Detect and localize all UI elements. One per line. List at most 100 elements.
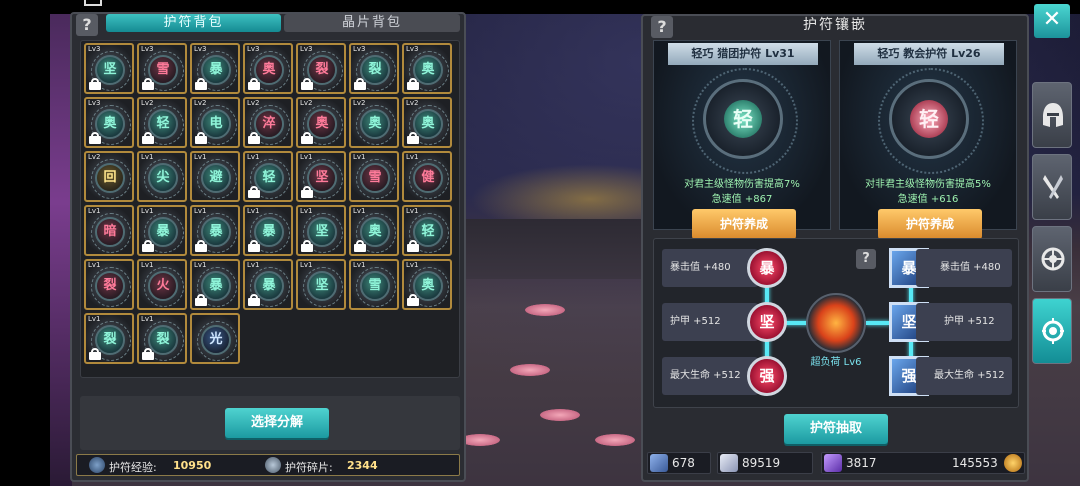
amulet-slot[interactable]: Lv2 轻 <box>137 97 187 148</box>
amulet-slot[interactable]: Lv3 暴 <box>190 43 240 94</box>
amulet-slot[interactable]: Lv1 坚 <box>296 205 346 256</box>
lock-icon <box>142 240 154 252</box>
petal-decoration <box>525 304 565 316</box>
amulet-slot[interactable]: Lv1 坚 <box>296 151 346 202</box>
amulet-slot[interactable]: Lv1 裂 <box>137 313 187 364</box>
shield-wheel-icon <box>1041 247 1065 271</box>
petal-decoration <box>540 409 580 421</box>
help-icon[interactable]: ? <box>76 14 98 36</box>
amulet-level: Lv2 <box>300 99 313 107</box>
amulet-slot[interactable]: Lv1 火 <box>137 259 187 310</box>
amulet-slot[interactable]: Lv3 奥 <box>84 97 134 148</box>
lock-icon <box>301 186 313 198</box>
lock-icon <box>142 132 154 144</box>
currency-crystal-coin: 3817 145553 <box>821 452 1025 474</box>
amulet-level: Lv1 <box>353 207 366 215</box>
amulet-upgrade-button[interactable]: 护符养成 <box>878 209 982 239</box>
card-title: 轻巧 猎团护符 Lv31 <box>668 43 818 65</box>
amulet-slot[interactable]: Lv1 坚 <box>296 259 346 310</box>
amulet-slot[interactable]: Lv2 电 <box>190 97 240 148</box>
amulet-level: Lv1 <box>406 207 419 215</box>
amulet-slot[interactable]: Lv1 裂 <box>84 259 134 310</box>
amulet-slot[interactable]: Lv3 裂 <box>349 43 399 94</box>
lock-icon <box>142 348 154 360</box>
amulet-slot[interactable]: Lv3 坚 <box>84 43 134 94</box>
red-chip-slot-armor[interactable]: 坚 <box>747 302 787 342</box>
amulet-level: Lv1 <box>406 153 419 161</box>
side-tab-amulet[interactable] <box>1032 298 1072 364</box>
overload-label: 超负荷 Lv6 <box>810 357 862 368</box>
equipped-amulet-card-right[interactable]: 轻巧 教会护符 Lv26 轻 对非君主级怪物伤害提高5% 急速值 +616 护符… <box>839 40 1017 239</box>
amulet-slot[interactable]: Lv1 暗 <box>84 205 134 256</box>
amulet-resource-bar: 护符经验: 10950 护符碎片: 2344 <box>76 454 460 476</box>
amulet-slot[interactable]: Lv2 回 <box>84 151 134 202</box>
amulet-slot[interactable]: Lv1 尖 <box>137 151 187 202</box>
amulet-level: Lv1 <box>247 153 260 161</box>
amulet-slot[interactable]: Lv1 健 <box>402 151 452 202</box>
amulet-level: Lv1 <box>300 261 313 269</box>
red-chip-slot-hp[interactable]: 强 <box>747 356 787 396</box>
amulet-inventory-panel: ? 护符背包 晶片背包 Lv3 坚 Lv3 雪 Lv3 暴 Lv3 奥 Lv3 裂 Lv3 裂 Lv3 奥… <box>70 12 466 482</box>
currency-value: 3817 <box>846 456 877 470</box>
amulet-slot[interactable]: Lv1 暴 <box>243 205 293 256</box>
amulet-slot[interactable]: Lv1 雪 <box>349 151 399 202</box>
amulet-slot[interactable]: Lv3 雪 <box>137 43 187 94</box>
side-tab-weapons[interactable] <box>1032 154 1072 220</box>
amulet-level: Lv3 <box>194 45 207 53</box>
right-stat-hp: 最大生命 +512 <box>916 357 1012 395</box>
amulet-slot[interactable]: Lv2 奥 <box>402 97 452 148</box>
amulet-slot[interactable]: Lv1 裂 <box>84 313 134 364</box>
lock-icon <box>407 132 419 144</box>
amulet-slot[interactable]: Lv1 暴 <box>190 259 240 310</box>
petal-decoration <box>460 434 500 446</box>
amulet-level: Lv1 <box>88 261 101 269</box>
amulet-slot[interactable]: Lv2 奥 <box>296 97 346 148</box>
side-tab-shield[interactable] <box>1032 226 1072 292</box>
red-chip-slot-crit[interactable]: 暴 <box>747 248 787 288</box>
amulet-slot[interactable]: Lv1 雪 <box>349 259 399 310</box>
scene-edge-decoration <box>50 14 72 486</box>
amulet-slot[interactable]: Lv3 奥 <box>243 43 293 94</box>
amulet-slot[interactable]: Lv2 淬 <box>243 97 293 148</box>
amulet-level: Lv3 <box>247 45 260 53</box>
tab-chip-bag[interactable]: 晶片背包 <box>284 14 460 32</box>
overload-emblem-icon[interactable] <box>806 293 866 353</box>
amulet-slot[interactable]: Lv3 裂 <box>296 43 346 94</box>
amulet-icon: 健 <box>409 159 449 199</box>
currency-potion: 89519 <box>717 452 813 474</box>
amulet-icon <box>1042 318 1064 344</box>
amulet-level: Lv2 <box>194 99 207 107</box>
amulet-inlay-panel: ? 护符镶嵌 轻巧 猎团护符 Lv31 轻 对君主级怪物伤害提高7% 急速值 +… <box>641 14 1029 482</box>
amulet-upgrade-button[interactable]: 护符养成 <box>692 209 796 239</box>
amulet-slot[interactable]: Lv3 奥 <box>402 43 452 94</box>
currency-value: 89519 <box>742 456 781 470</box>
equipped-amulet-card-left[interactable]: 轻巧 猎团护符 Lv31 轻 对君主级怪物伤害提高7% 急速值 +867 护符养… <box>653 40 831 239</box>
amulet-slot[interactable]: Lv1 暴 <box>243 259 293 310</box>
amulet-level: Lv1 <box>194 207 207 215</box>
amulet-slot[interactable]: Lv1 奥 <box>402 259 452 310</box>
card-description: 对君主级怪物伤害提高7% <box>684 179 800 190</box>
amulet-slot[interactable]: Lv2 奥 <box>349 97 399 148</box>
amulet-slot[interactable]: Lv1 奥 <box>349 205 399 256</box>
help-icon[interactable]: ? <box>856 249 876 269</box>
amulet-level: Lv3 <box>406 45 419 53</box>
petal-decoration <box>595 434 635 446</box>
amulet-slot[interactable]: Lv1 轻 <box>243 151 293 202</box>
lock-icon <box>354 240 366 252</box>
close-button[interactable]: ✕ <box>1034 4 1070 38</box>
shard-label: 护符碎片: <box>285 461 333 474</box>
select-decompose-button[interactable]: 选择分解 <box>225 408 329 438</box>
amulet-slot[interactable]: Lv1 避 <box>190 151 240 202</box>
amulet-slot[interactable]: Lv1 暴 <box>190 205 240 256</box>
amulet-slot[interactable]: Lv1 轻 <box>402 205 452 256</box>
card-title: 轻巧 教会护符 Lv26 <box>854 43 1004 65</box>
amulet-slot[interactable]: 光 <box>190 313 240 364</box>
amulet-slot[interactable]: Lv1 暴 <box>137 205 187 256</box>
amulet-icon: 坚 <box>303 267 343 307</box>
tab-amulet-bag[interactable]: 护符背包 <box>106 14 281 32</box>
lock-icon <box>248 294 260 306</box>
amulet-exp-icon <box>89 457 105 473</box>
side-tab-equipment[interactable] <box>1032 82 1072 148</box>
inventory-grid-box: Lv3 坚 Lv3 雪 Lv3 暴 Lv3 奥 Lv3 裂 Lv3 裂 Lv3 奥 Lv3 奥 Lv2 轻 Lv2 电… <box>80 40 460 378</box>
amulet-extract-button[interactable]: 护符抽取 <box>784 414 888 444</box>
